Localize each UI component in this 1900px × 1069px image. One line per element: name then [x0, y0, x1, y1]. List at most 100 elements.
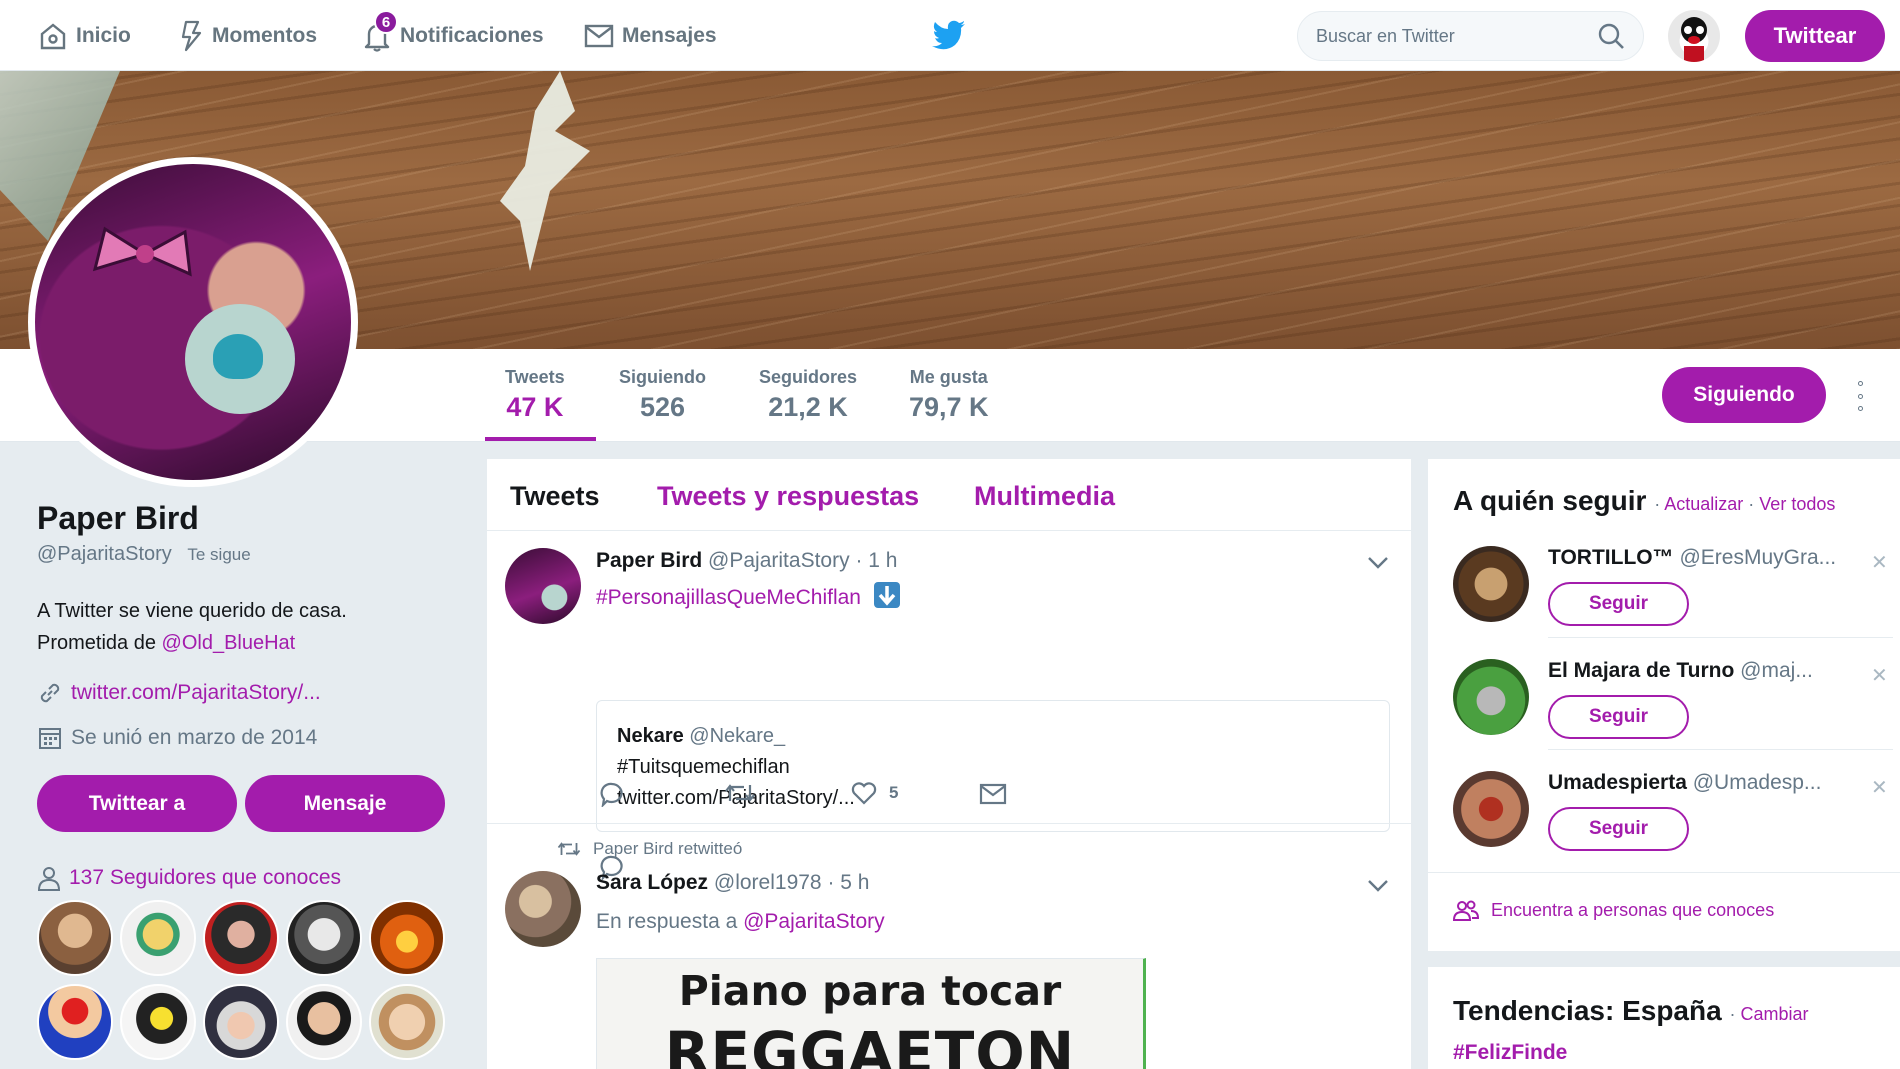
change-trends-link[interactable]: Cambiar [1740, 1004, 1808, 1024]
stat-tweets-value: 47 K [506, 392, 564, 422]
known-follower-avatar[interactable] [37, 900, 113, 976]
suggestion-handle[interactable]: @Umadesp... [1693, 771, 1822, 794]
trends-title: Tendencias: España · Cambiar [1453, 995, 1809, 1026]
known-follower-avatar[interactable] [203, 984, 279, 1060]
quoted-tweet[interactable]: Nekare @Nekare_ #Tuitsquemechiflan twitt… [596, 700, 1390, 832]
tweet-hashtag[interactable]: #PersonajillasQueMeChiflan [596, 586, 861, 609]
nav-home[interactable]: Inicio [38, 0, 131, 71]
tweet-to-button[interactable]: Twittear a [37, 775, 237, 832]
following-button[interactable]: Siguiendo [1662, 367, 1826, 423]
follow-button[interactable]: Seguir [1548, 807, 1689, 851]
suggestion-name[interactable]: Umadespierta [1548, 771, 1687, 794]
suggestion-handle[interactable]: @EresMuyGra... [1679, 546, 1836, 569]
known-follower-avatar[interactable] [286, 900, 362, 976]
profile-name: Paper Bird [37, 500, 199, 536]
profile-handle[interactable]: @PajaritaStory [37, 543, 172, 565]
person-icon [37, 867, 61, 891]
dismiss-icon[interactable]: ✕ [1871, 775, 1888, 800]
view-all-link[interactable]: Ver todos [1759, 494, 1835, 514]
stat-likes-value: 79,7 K [909, 392, 989, 422]
chevron-down-icon[interactable] [1367, 879, 1389, 893]
bio-mention-link[interactable]: @Old_BlueHat [162, 632, 296, 654]
search-icon[interactable] [1597, 22, 1625, 50]
follow-button[interactable]: Seguir [1548, 582, 1689, 626]
direct-message-action[interactable] [979, 783, 1007, 805]
user-avatar[interactable] [1668, 10, 1720, 62]
timeline-tabs: Tweets Tweets y respuestas Multimedia [487, 459, 1411, 531]
known-followers-link[interactable]: 137 Seguidores que conoces [37, 865, 341, 891]
profile-website-link[interactable]: twitter.com/PajaritaStory/... [71, 681, 321, 705]
suggestion-avatar[interactable] [1453, 659, 1529, 735]
suggestion-handle[interactable]: @maj... [1740, 659, 1813, 682]
stat-followers-label: Seguidores [759, 367, 858, 387]
tweet-image[interactable]: Piano para tocar REGGAETON [596, 958, 1146, 1069]
twitter-bird-icon[interactable] [932, 20, 966, 50]
nav-messages[interactable]: Mensajes [584, 0, 717, 71]
retweeted-by-text[interactable]: Paper Bird retwitteó [593, 839, 742, 859]
image-text-line-2: REGGAETON [664, 1019, 1076, 1069]
nav-moments[interactable]: Momentos [180, 0, 317, 71]
suggestion-name[interactable]: TORTILLO™ [1548, 546, 1674, 569]
suggestion-name[interactable]: El Majara de Turno [1548, 659, 1734, 682]
lightning-icon [181, 20, 202, 51]
stat-following[interactable]: Siguiendo 526 [619, 367, 706, 423]
known-follower-avatar[interactable] [120, 900, 196, 976]
known-follower-avatar[interactable] [286, 984, 362, 1060]
chevron-down-icon[interactable] [1367, 556, 1389, 570]
tweet-author-avatar[interactable] [505, 548, 581, 624]
reply-mention-link[interactable]: @PajaritaStory [743, 910, 885, 933]
stat-likes[interactable]: Me gusta 79,7 K [909, 367, 989, 423]
follows-you-badge: Te sigue [187, 545, 251, 564]
known-follower-avatar[interactable] [369, 984, 445, 1060]
tab-media[interactable]: Multimedia [974, 481, 1115, 512]
find-people-link[interactable]: Encuentra a personas que conoces [1453, 899, 1774, 921]
known-follower-avatar[interactable] [120, 984, 196, 1060]
tweet-author-name[interactable]: Sara López [596, 871, 708, 894]
trend-item[interactable]: #FelizFinde [1453, 1041, 1567, 1065]
stat-tweets[interactable]: Tweets 47 K [505, 367, 565, 423]
search-box[interactable] [1297, 11, 1644, 61]
like-action[interactable]: 5 [851, 781, 898, 805]
profile-sidebar: Paper Bird @PajaritaStory Te sigue A Twi… [37, 500, 457, 654]
tweet-author-handle[interactable]: @lorel1978 [714, 871, 822, 894]
tab-tweets[interactable]: Tweets [510, 481, 600, 512]
tweet-time[interactable]: · 5 h [827, 871, 869, 894]
envelope-icon [979, 783, 1007, 805]
like-count: 5 [889, 783, 899, 802]
envelope-icon [584, 24, 614, 47]
tweet-author-name[interactable]: Paper Bird [596, 549, 702, 572]
stat-followers[interactable]: Seguidores 21,2 K [759, 367, 857, 423]
retweet-context: Paper Bird retwitteó [557, 839, 742, 859]
suggestion-avatar[interactable] [1453, 546, 1529, 622]
message-button[interactable]: Mensaje [245, 775, 445, 832]
down-arrow-emoji-icon [873, 582, 900, 608]
nav-messages-label: Mensajes [622, 23, 717, 47]
reply-action[interactable] [599, 781, 625, 807]
follow-button[interactable]: Seguir [1548, 695, 1689, 739]
tweet-button[interactable]: Twittear [1745, 10, 1885, 62]
refresh-link[interactable]: Actualizar [1664, 494, 1743, 514]
profile-avatar[interactable] [28, 157, 358, 487]
dismiss-icon[interactable]: ✕ [1871, 663, 1888, 688]
reply-context: En respuesta a @PajaritaStory [596, 910, 885, 934]
retweet-action[interactable] [724, 781, 756, 805]
origami-bird-image [500, 71, 590, 271]
bow-decoration [92, 226, 192, 277]
tweet[interactable]: Paper Bird @PajaritaStory · 1 h #Persona… [487, 532, 1411, 880]
tweet-time[interactable]: · 1 h [855, 549, 897, 572]
nav-home-label: Inicio [76, 23, 131, 47]
nav-notifications[interactable]: 6 Notificaciones [362, 0, 544, 71]
search-input[interactable] [1316, 25, 1597, 47]
known-follower-avatar[interactable] [37, 984, 113, 1060]
more-options-icon[interactable] [1855, 381, 1865, 411]
tab-tweets-replies[interactable]: Tweets y respuestas [657, 481, 919, 512]
tweet-text: #PersonajillasQueMeChiflan [596, 581, 901, 610]
dismiss-icon[interactable]: ✕ [1871, 550, 1888, 575]
tweet-author-avatar[interactable] [505, 871, 581, 947]
tweet-author-handle[interactable]: @PajaritaStory [708, 549, 850, 572]
suggestion-avatar[interactable] [1453, 771, 1529, 847]
heart-icon [851, 782, 877, 805]
quoted-author-handle: @Nekare_ [689, 725, 786, 747]
known-follower-avatar[interactable] [203, 900, 279, 976]
known-follower-avatar[interactable] [369, 900, 445, 976]
